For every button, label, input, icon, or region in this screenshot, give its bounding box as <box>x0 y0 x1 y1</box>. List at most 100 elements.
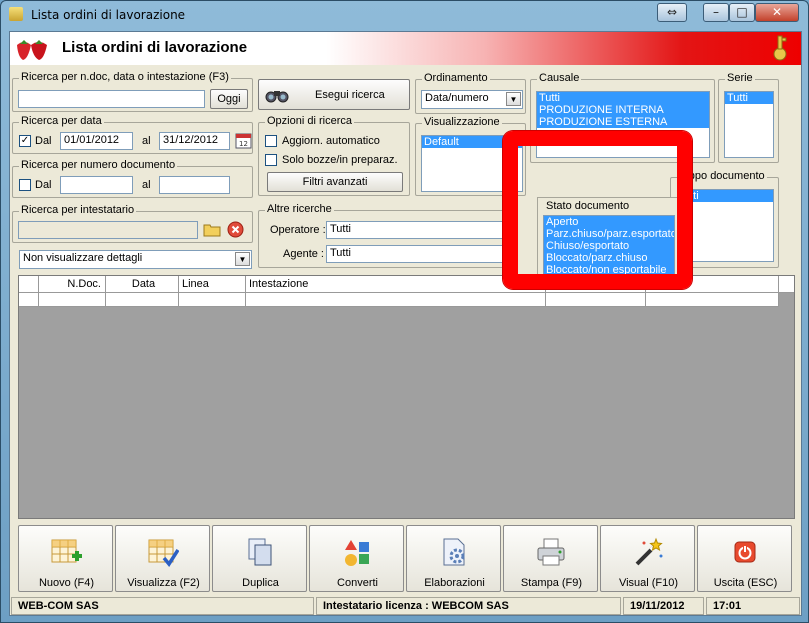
search-button-label: Esegui ricerca <box>315 89 385 101</box>
title-bar: Lista ordini di lavorazione ⇔ – □ ✕ <box>1 1 808 29</box>
operator-select[interactable]: Tutti <box>326 221 506 239</box>
status-license: Intestatario licenza : WEBCOM SAS <box>316 597 621 615</box>
convert-button[interactable]: Converti <box>309 525 404 592</box>
drafts-only-label: Solo bozze/in preparaz. <box>282 154 398 166</box>
minimize-button[interactable]: – <box>703 3 729 22</box>
search-ndoc-label: Ricerca per n.doc, data o intestazione (… <box>19 71 231 83</box>
ordering-select[interactable]: Data/numero ▼ <box>421 90 523 109</box>
view-table-icon <box>148 539 179 567</box>
date-from-input[interactable]: 01/01/2012 <box>60 132 133 150</box>
chevron-down-icon: ▼ <box>235 252 250 266</box>
group-document-list[interactable]: utti <box>681 189 774 262</box>
duplicate-button[interactable]: Duplica <box>212 525 307 592</box>
causale-item-interna[interactable]: PRODUZIONE INTERNA <box>537 104 709 116</box>
ordering-group: Ordinamento Data/numero ▼ <box>415 72 526 114</box>
visual-button-label: Visual (F10) <box>618 577 679 589</box>
agent-label: Agente : <box>283 248 324 260</box>
restore-button[interactable]: ⇔ <box>657 3 687 22</box>
table-row[interactable] <box>19 293 779 307</box>
printer-icon <box>537 538 565 566</box>
key-icon <box>773 35 787 61</box>
number-to-label: al <box>142 179 151 191</box>
search-holder-group: Ricerca per intestatario <box>12 204 253 243</box>
convert-button-label: Converti <box>337 577 378 589</box>
advanced-filters-button[interactable]: Filtri avanzati <box>267 172 403 192</box>
processing-button[interactable]: Elaborazioni <box>406 525 501 592</box>
row-cell <box>546 293 646 307</box>
new-table-icon <box>51 539 82 563</box>
grid-col-intestazione[interactable]: Intestazione <box>246 276 546 293</box>
visual-button[interactable]: Visual (F10) <box>600 525 695 592</box>
search-button[interactable]: Esegui ricerca <box>258 79 410 110</box>
date-to-label: al <box>142 135 151 147</box>
operator-label: Operatore : <box>270 224 326 236</box>
number-to-input[interactable] <box>159 176 230 194</box>
view-button[interactable]: Visualizza (F2) <box>115 525 210 592</box>
other-searches-label: Altre ricerche <box>265 203 334 215</box>
clear-icon[interactable] <box>227 221 244 238</box>
holder-input[interactable] <box>18 221 198 239</box>
calendar-icon[interactable]: 12 <box>235 132 252 149</box>
page-header: Lista ordini di lavorazione <box>10 32 801 65</box>
search-options-group: Opzioni di ricerca Aggiorn. automatico S… <box>258 115 410 196</box>
window-title: Lista ordini di lavorazione <box>31 8 186 22</box>
folder-icon[interactable] <box>203 221 221 238</box>
agent-select[interactable]: Tutti <box>326 245 506 263</box>
details-select-value: Non visualizzare dettagli <box>23 252 143 264</box>
status-date: 19/11/2012 <box>623 597 704 615</box>
other-searches-group: Altre ricerche Operatore : Tutti Agente … <box>258 203 510 268</box>
status-bar: WEB-COM SAS Intestatario licenza : WEBCO… <box>10 595 801 616</box>
status-company: WEB-COM SAS <box>11 597 314 615</box>
orders-grid[interactable]: N.Doc. Data Linea Intestazione <box>18 275 795 519</box>
print-button[interactable]: Stampa (F9) <box>503 525 598 592</box>
print-button-label: Stampa (F9) <box>520 577 583 589</box>
action-toolbar: Nuovo (F4) Visualizza (F2) Duplica Conve… <box>18 525 795 593</box>
process-icon <box>443 538 465 566</box>
grid-col-selector <box>19 276 39 293</box>
magic-wand-icon <box>635 537 663 566</box>
grid-col-ndoc[interactable]: N.Doc. <box>39 276 106 293</box>
number-from-label: Dal <box>35 179 52 191</box>
row-cell <box>179 293 246 307</box>
date-from-label: Dal <box>35 135 52 147</box>
serie-group: Serie Tutti <box>718 72 779 163</box>
row-selector <box>19 293 39 307</box>
ordering-label: Ordinamento <box>422 72 490 84</box>
duplicate-icon <box>248 538 272 566</box>
search-options-label: Opzioni di ricerca <box>265 115 354 127</box>
today-button[interactable]: Oggi <box>210 89 248 109</box>
search-ndoc-input[interactable] <box>18 90 205 108</box>
serie-list[interactable]: Tutti <box>724 91 774 158</box>
drafts-only-checkbox[interactable] <box>265 154 277 166</box>
details-select[interactable]: Non visualizzare dettagli ▼ <box>19 250 252 269</box>
auto-update-checkbox[interactable] <box>265 135 277 147</box>
app-window: Lista ordini di lavorazione ⇔ – □ ✕ List… <box>0 0 809 623</box>
client-area: Lista ordini di lavorazione Ricerca per … <box>9 31 802 616</box>
date-checkbox[interactable]: ✓ <box>19 135 31 147</box>
close-button[interactable]: ✕ <box>755 3 799 22</box>
view-label: Visualizzazione <box>422 116 502 128</box>
exit-button[interactable]: Uscita (ESC) <box>697 525 792 592</box>
number-from-input[interactable] <box>60 176 133 194</box>
search-ndoc-group: Ricerca per n.doc, data o intestazione (… <box>12 71 253 112</box>
binoculars-icon <box>265 91 289 103</box>
strawberries-icon <box>17 40 47 60</box>
grid-col-data[interactable]: Data <box>106 276 179 293</box>
number-checkbox[interactable] <box>19 179 31 191</box>
new-button[interactable]: Nuovo (F4) <box>18 525 113 592</box>
status-time: 17:01 <box>706 597 800 615</box>
date-to-input[interactable]: 31/12/2012 <box>159 132 230 150</box>
serie-item-tutti[interactable]: Tutti <box>725 92 773 104</box>
search-date-group: Ricerca per data ✓ Dal 01/01/2012 al 31/… <box>12 115 253 154</box>
power-icon <box>734 541 756 563</box>
svg-text:12: 12 <box>239 140 248 148</box>
maximize-button[interactable]: □ <box>729 3 755 22</box>
grid-col-linea[interactable]: Linea <box>179 276 246 293</box>
search-number-label: Ricerca per numero documento <box>19 159 178 171</box>
app-icon <box>9 7 23 21</box>
causale-item-tutti[interactable]: Tutti <box>537 92 709 104</box>
causale-item-esterna[interactable]: PRODUZIONE ESTERNA <box>537 116 709 128</box>
search-holder-label: Ricerca per intestatario <box>19 204 137 216</box>
processing-button-label: Elaborazioni <box>424 577 485 589</box>
group-item-tutti[interactable]: utti <box>682 190 773 202</box>
